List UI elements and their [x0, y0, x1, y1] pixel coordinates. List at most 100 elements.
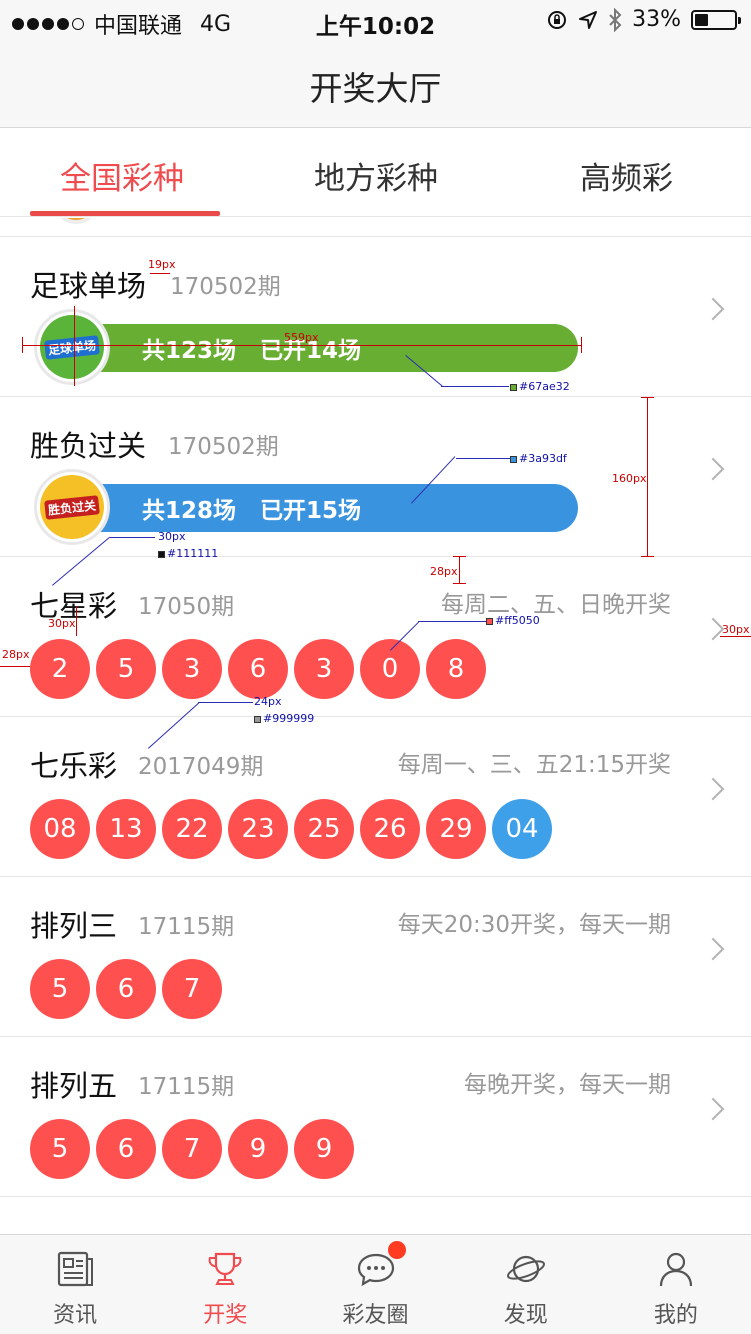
number-ball: 7 [162, 1119, 222, 1179]
tabbar-community[interactable]: 彩友圈 [300, 1235, 450, 1334]
previous-row-logo [52, 218, 100, 224]
annotation-line [74, 306, 75, 386]
bottom-tab-bar: 资讯 开奖 彩友圈 发现 我的 [0, 1234, 751, 1334]
winning-numbers: 08 13 22 23 25 26 29 04 [30, 799, 552, 859]
winning-numbers: 5 6 7 [30, 959, 222, 1019]
tab-high-frequency[interactable]: 高频彩 [580, 153, 673, 198]
win-lose-pass-logo: 胜负过关 [34, 469, 110, 545]
match-total: 共123场 [142, 338, 237, 364]
tabbar-label: 发现 [503, 1303, 548, 1328]
number-ball: 9 [228, 1119, 288, 1179]
lottery-list[interactable]: 足球单场 170502期 共123场 已开14场 足球单场 胜负过关 17050… [0, 218, 751, 1234]
annotation-line [581, 337, 582, 353]
annotation-text-color: #111111 [158, 547, 218, 560]
lottery-period: 17115期 [138, 1074, 235, 1100]
active-tab-indicator [30, 211, 220, 216]
chevron-right-icon [701, 297, 725, 321]
tabbar-profile[interactable]: 我的 [601, 1235, 751, 1334]
lottery-period: 17050期 [138, 594, 235, 620]
lottery-period: 170502期 [168, 434, 279, 460]
number-ball: 5 [30, 1119, 90, 1179]
number-ball: 6 [96, 959, 156, 1019]
number-ball: 23 [228, 799, 288, 859]
annotation-left-28: 28px [2, 648, 30, 661]
annotation-line [150, 273, 170, 274]
lottery-name: 足球单场 [30, 269, 147, 303]
number-ball: 29 [426, 799, 486, 859]
annotation-height-160: 160px [612, 472, 647, 485]
number-ball: 6 [228, 639, 288, 699]
special-number-ball: 04 [492, 799, 552, 859]
number-ball: 0 [360, 639, 420, 699]
news-icon [57, 1251, 94, 1287]
annotation-grey-color: #999999 [254, 712, 314, 725]
lottery-row-football-single[interactable]: 足球单场 170502期 共123场 已开14场 足球单场 [0, 236, 751, 396]
match-summary-bar: 共123场 已开14场 [66, 324, 578, 372]
number-ball: 26 [360, 799, 420, 859]
annotation-line [418, 621, 486, 622]
tabbar-label: 彩友圈 [342, 1303, 409, 1328]
tab-national[interactable]: 全国彩种 [60, 153, 184, 198]
annotation-line [453, 556, 466, 557]
draw-schedule: 每周二、五、日晚开奖 [441, 592, 671, 618]
logo-label: 胜负过关 [44, 494, 100, 520]
chevron-right-icon [701, 1097, 725, 1121]
annotation-value: #ff5050 [495, 614, 540, 627]
annotation-line [198, 702, 253, 703]
annotation-line [459, 556, 460, 584]
tabbar-label: 资讯 [53, 1303, 98, 1328]
page-title: 开奖大厅 [309, 69, 442, 108]
number-ball: 2 [30, 639, 90, 699]
lottery-row-partial[interactable] [0, 1196, 751, 1234]
lottery-row-seven-star[interactable]: 七星彩 17050期 每周二、五、日晚开奖 2 5 3 6 3 0 8 [0, 556, 751, 716]
lottery-row-arrange-three[interactable]: 排列三 17115期 每天20:30开奖，每天一期 5 6 7 [0, 876, 751, 1036]
tabbar-news[interactable]: 资讯 [0, 1235, 150, 1334]
annotation-ball-color: #ff5050 [486, 614, 540, 627]
annotation-line [76, 606, 77, 636]
annotation-line [441, 386, 509, 387]
annotation-gap-30-b: 30px [48, 617, 76, 630]
lottery-name: 胜负过关 [30, 429, 147, 463]
tabbar-draw[interactable]: 开奖 [150, 1235, 300, 1334]
number-ball: 3 [162, 639, 222, 699]
lottery-period: 2017049期 [138, 754, 264, 780]
number-ball: 7 [162, 959, 222, 1019]
annotation-line [0, 666, 30, 667]
annotation-line [641, 397, 654, 398]
chevron-right-icon [701, 777, 725, 801]
lottery-row-arrange-five[interactable]: 排列五 17115期 每晚开奖，每天一期 5 6 7 9 9 [0, 1036, 751, 1196]
number-ball: 3 [294, 639, 354, 699]
number-ball: 22 [162, 799, 222, 859]
trophy-icon [208, 1252, 242, 1285]
location-icon [579, 10, 598, 29]
draw-schedule: 每晚开奖，每天一期 [464, 1072, 671, 1098]
tabbar-label: 我的 [653, 1303, 698, 1328]
draw-schedule: 每周一、三、五21:15开奖 [397, 752, 671, 778]
tabbar-discover[interactable]: 发现 [451, 1235, 601, 1334]
annotation-value: #111111 [167, 547, 219, 560]
match-total: 共128场 [142, 498, 237, 524]
annotation-blue-color: #3a93df [510, 452, 567, 465]
lottery-row-seven-happy[interactable]: 七乐彩 2017049期 每周一、三、五21:15开奖 08 13 22 23 … [0, 716, 751, 876]
annotation-green-color: #67ae32 [510, 380, 570, 393]
annotation-gap-30: 30px [158, 530, 186, 543]
lottery-name: 七乐彩 [30, 749, 118, 783]
number-ball: 08 [30, 799, 90, 859]
battery-icon [691, 9, 741, 30]
profile-icon [659, 1252, 693, 1287]
annotation-gap-28: 28px [430, 565, 458, 578]
lottery-period: 17115期 [138, 914, 235, 940]
annotation-line [641, 556, 654, 557]
match-opened: 已开15场 [260, 498, 362, 524]
lottery-name: 排列三 [30, 909, 118, 943]
tab-local[interactable]: 地方彩种 [314, 153, 438, 198]
logo-label: 足球单场 [44, 334, 100, 360]
notification-dot [388, 1241, 407, 1259]
number-ball: 13 [96, 799, 156, 859]
football-single-logo: 足球单场 [34, 309, 110, 385]
annotation-value: #999999 [263, 712, 315, 725]
number-ball: 5 [30, 959, 90, 1019]
annotation-width-559: 559px [284, 331, 319, 344]
annotation-line [110, 537, 155, 538]
match-summary-bar: 共128场 已开15场 [66, 484, 578, 532]
